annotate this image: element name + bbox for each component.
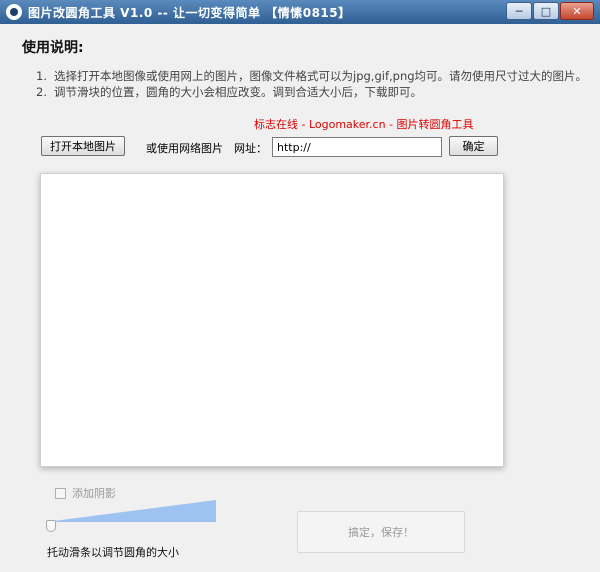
promo-link[interactable]: 标志在线 - Logomaker.cn - 图片转圆角工具 <box>254 116 474 132</box>
instruction-item: 1. 选择打开本地图像或使用网上的图片，图像文件格式可以为jpg,gif,png均… <box>36 68 587 84</box>
instruction-text: 调节滑块的位置，圆角的大小会相应改变。调到合适大小后，下载即可。 <box>54 85 422 99</box>
shadow-label: 添加阴影 <box>72 487 116 500</box>
section-title: 使用说明: <box>22 40 84 56</box>
or-web-image-label: 或使用网络图片 <box>146 142 223 155</box>
instruction-item: 2. 调节滑块的位置，圆角的大小会相应改变。调到合适大小后，下载即可。 <box>36 84 587 100</box>
corner-radius-slider[interactable] <box>46 500 216 532</box>
minimize-button[interactable]: ─ <box>506 2 532 20</box>
slider-track-ramp <box>46 500 216 522</box>
title-bar[interactable]: 图片改圆角工具 V1.0 -- 让一切变得简单 【情愫0815】 ─ □ ✕ <box>0 0 600 24</box>
window-title: 图片改圆角工具 V1.0 -- 让一切变得简单 【情愫0815】 <box>28 6 351 20</box>
shadow-checkbox[interactable] <box>55 487 66 499</box>
instruction-text: 选择打开本地图像或使用网上的图片，图像文件格式可以为jpg,gif,png均可。… <box>54 69 588 83</box>
slider-caption: 托动滑条以调节圆角的大小 <box>47 546 179 559</box>
instruction-number: 2. <box>36 85 47 99</box>
maximize-button[interactable]: □ <box>533 2 559 20</box>
slider-ramp-fill <box>46 500 216 522</box>
confirm-button[interactable]: 确定 <box>449 136 498 156</box>
save-button[interactable]: 搞定，保存！ <box>297 511 465 553</box>
instructions-list: 1. 选择打开本地图像或使用网上的图片，图像文件格式可以为jpg,gif,png均… <box>36 68 587 100</box>
slider-thumb[interactable] <box>46 520 56 532</box>
open-local-image-button[interactable]: 打开本地图片 <box>41 136 125 156</box>
url-input[interactable] <box>272 137 442 157</box>
instruction-number: 1. <box>36 69 47 83</box>
url-label: 网址： <box>234 142 267 155</box>
shadow-option[interactable]: 添加阴影 <box>55 485 116 501</box>
app-icon <box>6 4 22 20</box>
close-button[interactable]: ✕ <box>560 2 594 20</box>
window-controls: ─ □ ✕ <box>505 2 594 20</box>
image-preview-area <box>40 173 504 467</box>
